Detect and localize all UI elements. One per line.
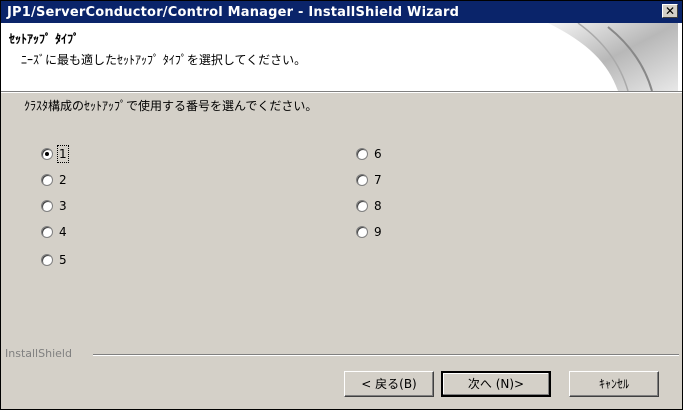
header-title: ｾｯﾄｱｯﾌﾟ ﾀｲﾌﾟ: [9, 32, 80, 46]
radio-label: 6: [374, 147, 382, 161]
radio-group-right: 6 7 8 9: [356, 141, 382, 245]
radio-button[interactable]: [41, 254, 53, 266]
radio-button[interactable]: [356, 174, 368, 186]
radio-label: 2: [59, 173, 67, 187]
close-button[interactable]: ✕: [662, 4, 678, 18]
close-icon: ✕: [664, 4, 676, 18]
radio-option-2[interactable]: 2: [41, 167, 67, 193]
cluster-prompt: ｸﾗｽﾀ構成のｾｯﾄｱｯﾌﾟで使用する番号を選んでください。: [24, 99, 318, 113]
radio-label: 3: [59, 199, 67, 213]
radio-button[interactable]: [356, 200, 368, 212]
footer-divider: [93, 354, 679, 356]
radio-group-left: 1 2 3 4 5: [41, 141, 69, 273]
wizard-header: ｾｯﾄｱｯﾌﾟ ﾀｲﾌﾟ ﾆｰｽﾞに最も適したｾｯﾄｱｯﾌﾟ ﾀｲﾌﾟを選択して…: [1, 23, 682, 92]
back-button[interactable]: < 戻る(B): [344, 371, 434, 397]
radio-label: 5: [59, 253, 67, 267]
radio-option-8[interactable]: 8: [356, 193, 382, 219]
radio-button[interactable]: [41, 200, 53, 212]
radio-button[interactable]: [356, 148, 368, 160]
title-bar[interactable]: JP1/ServerConductor/Control Manager - In…: [1, 1, 682, 23]
radio-option-3[interactable]: 3: [41, 193, 67, 219]
installshield-brand: InstallShield: [5, 347, 72, 360]
radio-button[interactable]: [356, 226, 368, 238]
next-button[interactable]: 次へ (N)>: [441, 371, 551, 397]
radio-button[interactable]: [41, 148, 53, 160]
installshield-wizard-window: JP1/ServerConductor/Control Manager - In…: [0, 0, 683, 410]
cancel-button[interactable]: ｷｬﾝｾﾙ: [569, 371, 659, 397]
radio-option-4[interactable]: 4: [41, 219, 67, 245]
radio-label: 9: [374, 225, 382, 239]
radio-button[interactable]: [41, 174, 53, 186]
radio-option-7[interactable]: 7: [356, 167, 382, 193]
window-title: JP1/ServerConductor/Control Manager - In…: [7, 4, 460, 20]
radio-label: 8: [374, 199, 382, 213]
header-subtitle: ﾆｰｽﾞに最も適したｾｯﾄｱｯﾌﾟ ﾀｲﾌﾟを選択してください。: [21, 53, 307, 67]
radio-button[interactable]: [41, 226, 53, 238]
radio-option-9[interactable]: 9: [356, 219, 382, 245]
radio-label: 1: [57, 145, 69, 163]
radio-option-6[interactable]: 6: [356, 141, 382, 167]
header-divider: [1, 92, 682, 93]
radio-label: 4: [59, 225, 67, 239]
radio-option-5[interactable]: 5: [41, 247, 67, 273]
radio-label: 7: [374, 173, 382, 187]
radio-option-1[interactable]: 1: [41, 141, 69, 167]
installshield-banner-icon: [548, 23, 678, 91]
